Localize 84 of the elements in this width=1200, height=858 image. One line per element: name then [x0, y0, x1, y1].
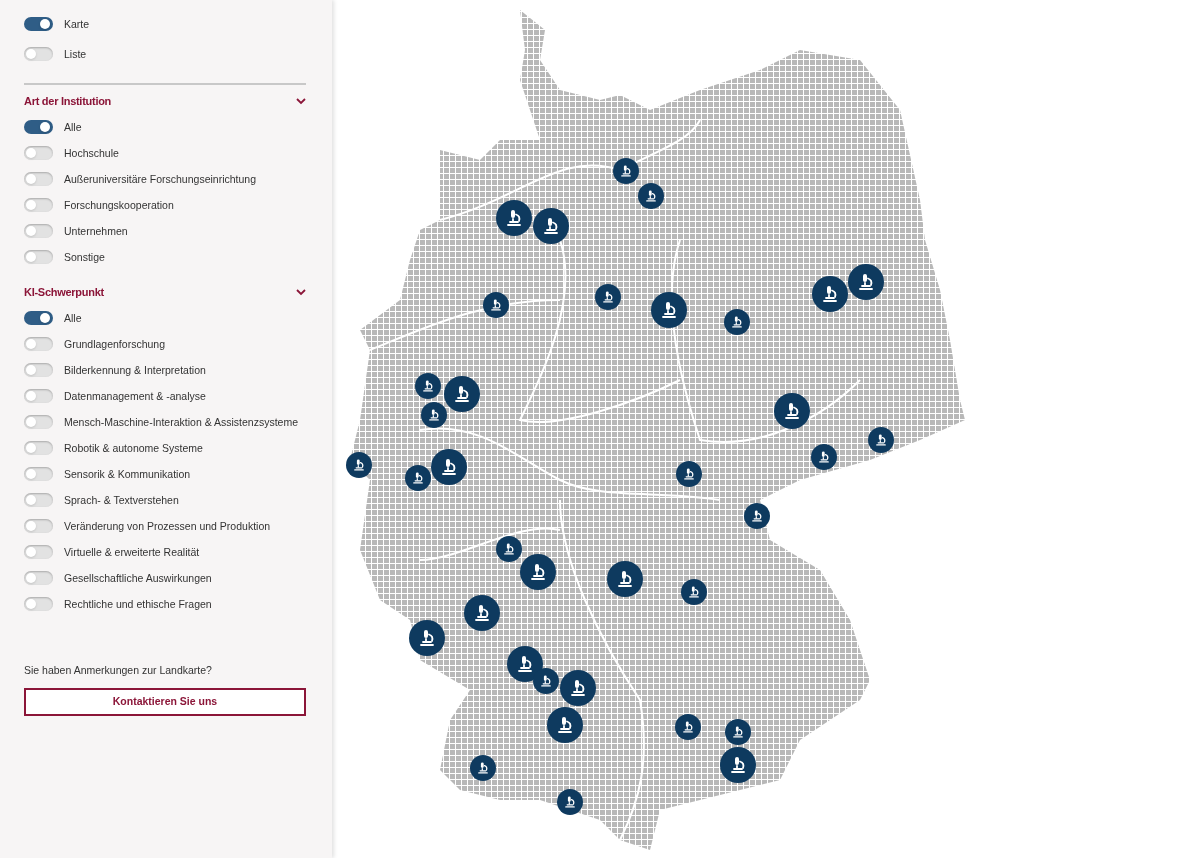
microscope-icon [476, 761, 490, 775]
toggle-label: Veränderung von Prozessen und Produktion [64, 519, 271, 534]
microscope-icon [856, 272, 876, 292]
toggle-switch[interactable] [24, 172, 53, 186]
toggle-switch[interactable] [24, 224, 53, 238]
microscope-icon [731, 725, 745, 739]
contact-button[interactable]: Kontaktieren Sie uns [24, 687, 306, 716]
microscope-icon [730, 315, 744, 329]
microscope-icon [489, 298, 503, 312]
toggle-switch[interactable] [24, 363, 53, 377]
microscope-icon [504, 208, 524, 228]
microscope-icon [472, 603, 492, 623]
microscope-icon [417, 628, 437, 648]
toggle-label: Robotik & autonome Systeme [64, 441, 203, 456]
toggle-label: Liste [64, 47, 87, 62]
microscope-icon [352, 458, 366, 472]
toggle-switch[interactable] [24, 47, 53, 61]
microscope-icon [502, 542, 516, 556]
map-marker[interactable] [346, 452, 372, 478]
chevron-icon [296, 97, 306, 105]
toggle-switch[interactable] [24, 198, 53, 212]
microscope-icon [681, 720, 695, 734]
toggle-label: Sensorik & Kommunikation [64, 467, 191, 482]
toggle-switch[interactable] [24, 250, 53, 264]
toggle-label: Forschungskooperation [64, 198, 174, 213]
toggle-switch[interactable] [24, 337, 53, 351]
toggle-label: Datenmanagement & -analyse [64, 389, 206, 404]
toggle-switch[interactable] [24, 571, 53, 585]
section-header[interactable]: Art der Institution [24, 87, 306, 115]
toggle-switch[interactable] [24, 545, 53, 559]
microscope-icon [411, 471, 425, 485]
toggle-label: Mensch-Maschine-Interaktion & Assistenzsysteme [64, 415, 298, 430]
toggle-label: Grundlagenforschung [64, 337, 165, 352]
microscope-icon [728, 755, 748, 775]
chevron-icon [296, 288, 306, 296]
toggle-label: Alle [64, 311, 82, 326]
toggle-label: Alle [64, 120, 82, 135]
microscope-icon [528, 562, 548, 582]
microscope-icon [874, 433, 888, 447]
microscope-icon [515, 654, 535, 674]
microscope-icon [539, 674, 553, 688]
toggle-switch[interactable] [24, 493, 53, 507]
toggle-label: Sprach- & Textverstehen [64, 493, 179, 508]
toggle-switch[interactable] [24, 120, 53, 134]
toggle-switch[interactable] [24, 146, 53, 160]
toggle-label: Rechtliche und ethische Fragen [64, 597, 212, 612]
toggle-label: Unternehmen [64, 224, 128, 239]
microscope-icon [601, 290, 615, 304]
toggle-label: Karte [64, 17, 90, 32]
toggle-label: Bilderkennung & Interpretation [64, 363, 206, 378]
microscope-icon [427, 408, 441, 422]
toggle-switch[interactable] [24, 415, 53, 429]
toggle-switch[interactable] [24, 597, 53, 611]
microscope-icon [750, 509, 764, 523]
microscope-icon [659, 300, 679, 320]
toggle-label: Virtuelle & erweiterte Realität [64, 545, 200, 560]
microscope-icon [820, 284, 840, 304]
microscope-icon [452, 384, 472, 404]
toggle-switch[interactable] [24, 389, 53, 403]
section-header[interactable]: KI-Schwerpunkt [24, 278, 306, 306]
microscope-icon [563, 795, 577, 809]
feedback-prompt: Sie haben Anmerkungen zur Landkarte? [24, 663, 213, 678]
microscope-icon [555, 715, 575, 735]
microscope-icon [619, 164, 633, 178]
microscope-icon [782, 401, 802, 421]
toggle-label: Sonstige [64, 250, 105, 265]
toggle-label: Gesellschaftliche Auswirkungen [64, 571, 212, 586]
microscope-icon [682, 467, 696, 481]
toggle-switch[interactable] [24, 519, 53, 533]
microscope-icon [421, 379, 435, 393]
toggle-label: Außeruniversitäre Forschungseinrichtung [64, 172, 256, 187]
microscope-icon [541, 216, 561, 236]
toggle-switch[interactable] [24, 441, 53, 455]
toggle-switch[interactable] [24, 17, 53, 31]
microscope-icon [568, 678, 588, 698]
microscope-icon [439, 457, 459, 477]
microscope-icon [615, 569, 635, 589]
toggle-switch[interactable] [24, 467, 53, 481]
toggle-switch[interactable] [24, 311, 53, 325]
toggle-label: Hochschule [64, 146, 119, 161]
microscope-icon [817, 450, 831, 464]
microscope-icon [687, 585, 701, 599]
microscope-icon [644, 189, 658, 203]
map-marker[interactable] [744, 503, 770, 529]
